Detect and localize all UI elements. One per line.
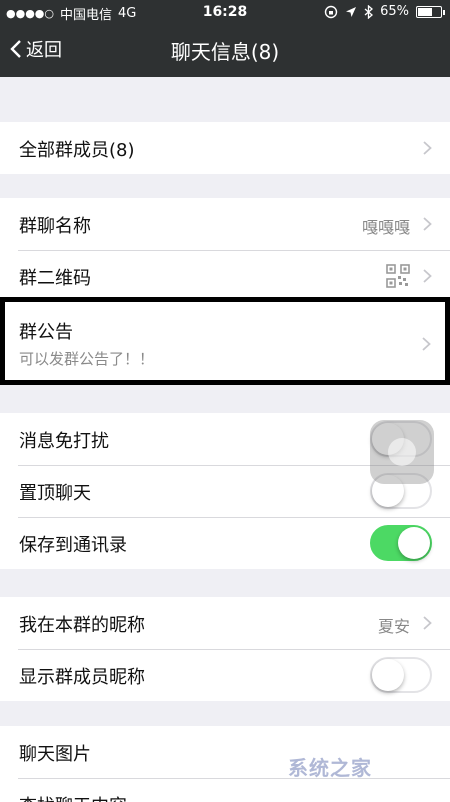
group-notice-label: 群公告 [19, 322, 73, 343]
search-history-label: 查找聊天内容 [19, 792, 127, 802]
show-nicknames-label: 显示群成员昵称 [19, 667, 145, 688]
search-history-row[interactable]: 查找聊天内容 [0, 778, 450, 802]
status-bar: ●●●●○ 中国电信 4G 16:28 65% [0, 0, 450, 24]
chat-images-label: 聊天图片 [19, 744, 91, 765]
chat-images-row[interactable]: 聊天图片 [0, 726, 450, 778]
rotation-lock-icon [324, 5, 338, 18]
group-name-label: 群聊名称 [19, 216, 91, 237]
toggle-knob [398, 527, 430, 559]
qr-code-icon [386, 264, 410, 288]
status-right: 65% [324, 4, 445, 19]
navigation-bar: 返回 聊天信息(8) [0, 24, 450, 77]
chevron-right-icon [423, 269, 432, 283]
group-name-value: 嘎嘎嘎 [361, 218, 410, 237]
chevron-right-icon [422, 337, 431, 351]
chevron-right-icon [423, 141, 432, 155]
my-nickname-label: 我在本群的昵称 [19, 615, 145, 636]
my-nickname-value: 夏安 [377, 617, 410, 636]
group-notice-row[interactable]: 群公告 可以发群公告了！！ [0, 297, 450, 385]
group-notice-content: 可以发群公告了！！ [19, 350, 155, 368]
mute-label: 消息免打扰 [19, 431, 109, 452]
page-title: 聊天信息(8) [170, 40, 280, 64]
save-contacts-label: 保存到通讯录 [19, 535, 127, 556]
all-members-row[interactable]: 全部群成员(8) [0, 122, 450, 174]
show-nicknames-toggle[interactable] [370, 657, 432, 693]
battery-percentage: 65% [380, 4, 409, 19]
watermark: 系统之家 [288, 756, 372, 780]
members-section: 全部群成员(8) [0, 122, 450, 174]
group-qr-row[interactable]: 群二维码 [0, 250, 450, 302]
pin-chat-label: 置顶聊天 [19, 483, 91, 504]
group-info-section: 群聊名称 嘎嘎嘎 群二维码 [0, 198, 450, 302]
group-qr-label: 群二维码 [19, 268, 91, 289]
show-nicknames-row: 显示群成员昵称 [0, 649, 450, 701]
save-contacts-row: 保存到通讯录 [0, 517, 450, 569]
my-nickname-row[interactable]: 我在本群的昵称 夏安 [0, 597, 450, 649]
all-members-label: 全部群成员(8) [19, 140, 135, 161]
location-icon [346, 6, 357, 17]
battery-icon [416, 5, 445, 18]
toggle-knob [372, 659, 404, 691]
save-contacts-toggle[interactable] [370, 525, 432, 561]
group-name-row[interactable]: 群聊名称 嘎嘎嘎 [0, 198, 450, 250]
bluetooth-icon [364, 4, 374, 19]
chevron-right-icon [423, 616, 432, 630]
assistive-touch-button[interactable] [370, 420, 434, 484]
chevron-right-icon [423, 217, 432, 231]
chat-content-section: 聊天图片 查找聊天内容 [0, 726, 450, 802]
nickname-section: 我在本群的昵称 夏安 显示群成员昵称 [0, 597, 450, 701]
